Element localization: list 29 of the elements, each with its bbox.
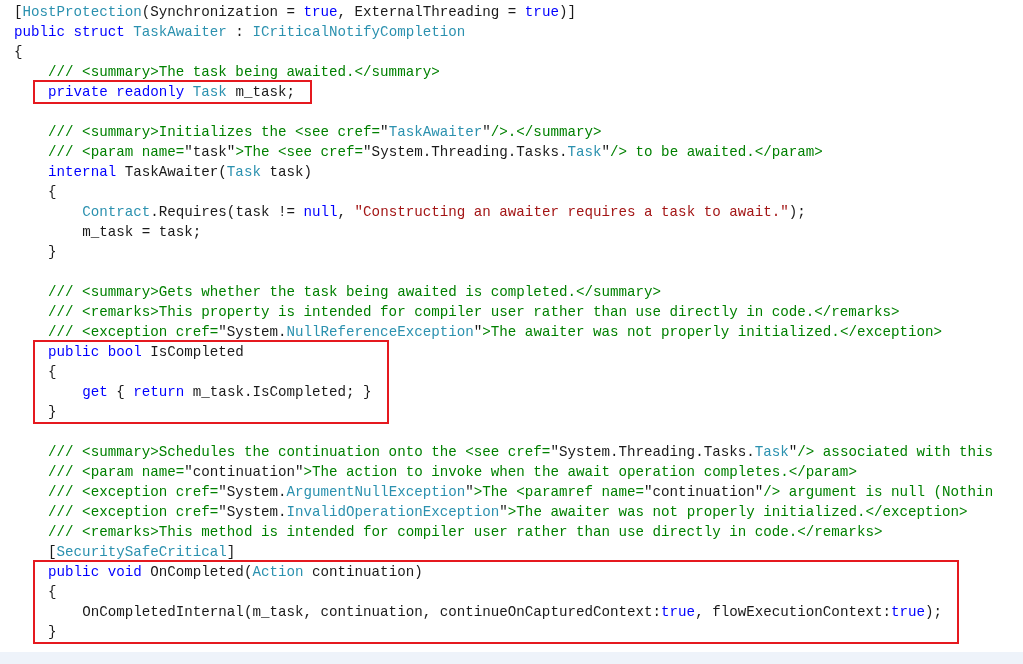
code-line: { [48, 184, 57, 200]
code-line: /// <exception cref="System.NullReferenceException">The awaiter was not properly initialized.</exception> [48, 324, 943, 340]
code-line: /// <summary>The task being awaited.</summary> [48, 64, 440, 80]
code-line: { [48, 364, 57, 380]
code-line: /// <summary>Initializes the <see cref="TaskAwaiter"/>.</summary> [48, 124, 602, 140]
code-line: /// <param name="continuation">The action to invoke when the await operation completes.</param> [48, 464, 857, 480]
code-line: } [48, 404, 57, 420]
code-line: /// <summary>Gets whether the task being awaited is completed.</summary> [48, 284, 662, 300]
code-line: /// <exception cref="System.ArgumentNullException">The <paramref name="continuation"/> argument is null (Nothin [48, 484, 994, 500]
code-line: } [48, 244, 57, 260]
code-line: private readonly Task m_task; [48, 84, 295, 100]
code-line: /// <param name="task">The <see cref="System.Threading.Tasks.Task"/> to be awaited.</param> [48, 144, 823, 160]
code-line: } [48, 624, 57, 640]
code-line: public struct TaskAwaiter : ICriticalNotifyCompletion [14, 24, 466, 40]
code-line: /// <remarks>This property is intended for compiler user rather than use directly in code.</remarks> [48, 304, 900, 320]
code-line: /// <remarks>This method is intended for compiler user rather than use directly in code.</remarks> [48, 524, 883, 540]
code-line: /// <exception cref="System.InvalidOperationException">The awaiter was not properly initialized.</exception> [48, 504, 968, 520]
code-line: { [14, 44, 23, 60]
code-line: { [48, 584, 57, 600]
code-line: Contract.Requires(task != null, "Constructing an awaiter requires a task to await."); [82, 204, 806, 220]
code-line: get { return m_task.IsCompleted; } [82, 384, 372, 400]
code-line: public bool IsCompleted [48, 344, 244, 360]
code-line: OnCompletedInternal(m_task, continuation, continueOnCapturedContext:true, flowExecutionContext:true); [82, 604, 943, 620]
code-line: m_task = task; [82, 224, 202, 240]
code-line: [SecuritySafeCritical] [48, 544, 236, 560]
code-line: /// <summary>Schedules the continuation onto the <see cref="System.Threading.Tasks.Task"/> associated with this [48, 444, 994, 460]
code-line: [HostProtection(Synchronization = true, ExternalThreading = true)] [14, 4, 576, 20]
code-line: public void OnCompleted(Action continuation) [48, 564, 423, 580]
code-line: internal TaskAwaiter(Task task) [48, 164, 312, 180]
